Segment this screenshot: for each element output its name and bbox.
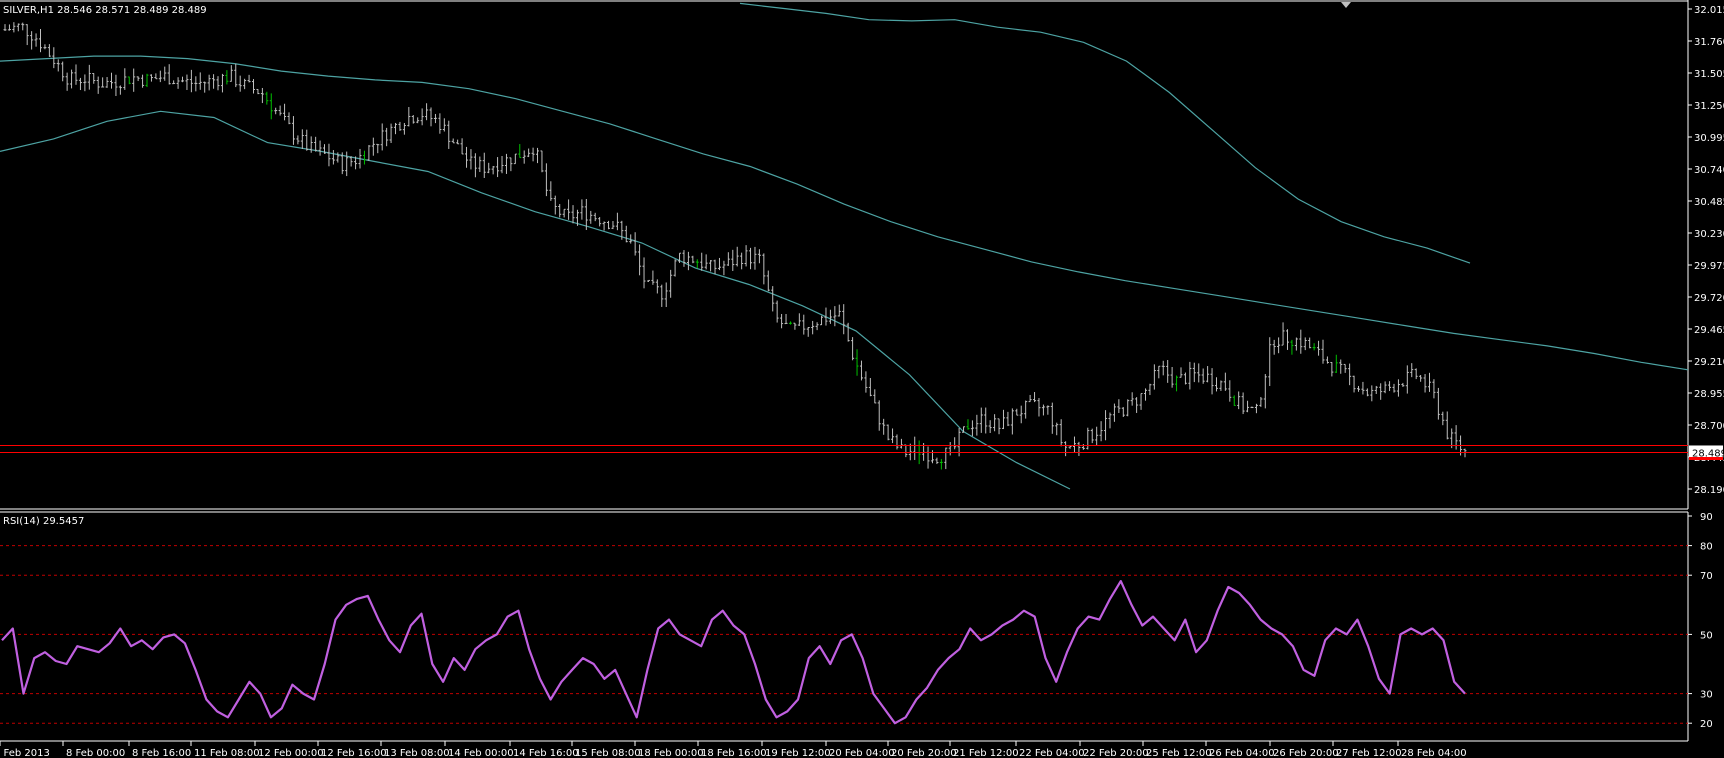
rsi-tick-label: 90: [1700, 512, 1713, 523]
price-tick-label: 30.485: [1694, 197, 1724, 208]
price-tick-label: 28.700: [1694, 421, 1724, 432]
time-tick-label: 22 Feb 04:00: [1019, 748, 1085, 758]
rsi-tick-label: 80: [1700, 542, 1713, 553]
price-tick-label: 29.975: [1694, 261, 1724, 272]
time-tick-label: 28 Feb 04:00: [1401, 748, 1467, 758]
rsi-tick-label: 30: [1700, 690, 1713, 701]
time-tick-label: 8 Feb 16:00: [132, 748, 191, 758]
time-tick-label: 26 Feb 20:00: [1273, 748, 1339, 758]
time-tick-label: 20 Feb 20:00: [891, 748, 957, 758]
price-tick-label: 32.015: [1694, 5, 1724, 16]
time-tick-label: 12 Feb 00:00: [258, 748, 324, 758]
time-tick-label: 20 Feb 04:00: [829, 748, 895, 758]
main-title: SILVER,H1 28.546 28.571 28.489 28.489: [3, 5, 207, 16]
price-tick-label: 28.955: [1694, 389, 1724, 400]
time-tick-label: 27 Feb 12:00: [1336, 748, 1402, 758]
price-tick-label: 31.250: [1694, 101, 1724, 112]
rsi-tick-label: 50: [1700, 630, 1713, 641]
price-tick-label: 31.505: [1694, 69, 1724, 80]
price-tick-label: 30.230: [1694, 229, 1724, 240]
time-tick-label: 26 Feb 04:00: [1209, 748, 1275, 758]
time-tick-label: 15 Feb 08:00: [575, 748, 641, 758]
rsi-tick-label: 70: [1700, 571, 1713, 582]
price-tick-label: 28.190: [1694, 485, 1724, 496]
rsi-title: RSI(14) 29.5457: [3, 516, 84, 527]
time-tick-label: 11 Feb 08:00: [194, 748, 260, 758]
price-tick-label: 30.995: [1694, 133, 1724, 144]
time-tick-label: 8 Feb 00:00: [66, 748, 125, 758]
price-tick-label: 29.465: [1694, 325, 1724, 336]
price-tag: 28.489: [1689, 445, 1724, 460]
time-tick-label: 7 Feb 2013: [0, 748, 50, 758]
time-tick-label: 13 Feb 08:00: [384, 748, 450, 758]
trading-chart: SILVER,H1 28.546 28.571 28.489 28.489 32…: [0, 0, 1724, 758]
price-tag-value: 28.489: [1692, 448, 1724, 459]
price-tick-label: 30.740: [1694, 165, 1724, 176]
time-tick-label: 25 Feb 12:00: [1146, 748, 1212, 758]
time-tick-label: 14 Feb 00:00: [448, 748, 514, 758]
time-tick-label: 14 Feb 16:00: [513, 748, 579, 758]
price-tick-label: 31.760: [1694, 37, 1724, 48]
rsi-tick-label: 20: [1700, 719, 1713, 730]
price-tick-label: 29.210: [1694, 357, 1724, 368]
time-tick-label: 12 Feb 16:00: [321, 748, 387, 758]
time-tick-label: 18 Feb 00:00: [638, 748, 704, 758]
time-tick-label: 18 Feb 16:00: [701, 748, 767, 758]
time-tick-label: 19 Feb 12:00: [765, 748, 831, 758]
time-tick-label: 21 Feb 12:00: [953, 748, 1019, 758]
price-tick-label: 29.720: [1694, 293, 1724, 304]
time-tick-label: 22 Feb 20:00: [1083, 748, 1149, 758]
